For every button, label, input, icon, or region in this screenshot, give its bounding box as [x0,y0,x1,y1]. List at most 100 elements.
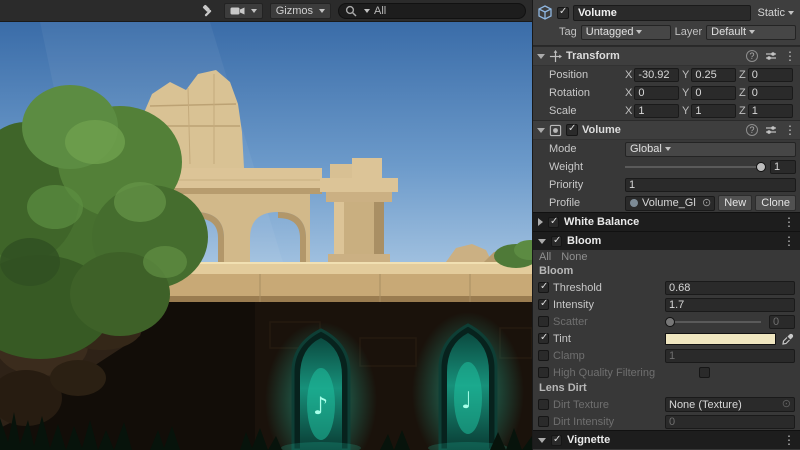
tag-dropdown[interactable]: Untagged [581,25,671,40]
dirt-texture-object-field[interactable]: None (Texture) ⊙ [665,397,795,412]
foldout-closed-icon[interactable] [538,218,543,226]
position-z-field[interactable]: 0 [748,68,793,82]
rune-glyph: ♪ [313,392,328,420]
foldout-open-icon[interactable] [537,128,545,133]
dirt-intensity-override-checkbox[interactable] [538,416,549,427]
slider-thumb[interactable] [665,317,675,327]
threshold-field[interactable]: 0.68 [665,281,795,295]
hqf-override-checkbox[interactable] [538,367,549,378]
kebab-menu-icon[interactable]: ⋮ [784,124,796,136]
clamp-field[interactable]: 1 [665,349,795,363]
new-profile-button[interactable]: New [718,195,752,211]
vignette-header[interactable]: Vignette ⋮ [533,430,800,449]
kebab-menu-icon[interactable]: ⋮ [783,216,795,228]
layer-dropdown[interactable]: Default [706,25,796,40]
object-picker-icon[interactable]: ⊙ [782,399,791,410]
volume-component-icon [549,124,562,137]
mode-value: Global [630,143,662,155]
volume-enabled-checkbox[interactable] [566,124,578,136]
slider-thumb[interactable] [756,162,766,172]
bloom-header[interactable]: Bloom ⋮ [533,231,800,250]
scale-row: Scale X1 Y1 Z1 [533,102,800,120]
tint-override-checkbox[interactable] [538,333,549,344]
none-button[interactable]: None [561,251,587,263]
vignette-title: Vignette [567,434,610,446]
dirt-intensity-field[interactable]: 0 [665,415,795,429]
profile-asset-icon [629,198,639,208]
scatter-slider[interactable] [665,315,761,329]
eyedropper-icon[interactable] [780,332,795,346]
clamp-override-checkbox[interactable] [538,350,549,361]
tint-color-swatch[interactable] [665,333,776,345]
weight-value-field[interactable]: 1 [770,160,796,174]
intensity-override-checkbox[interactable] [538,299,549,310]
search-value: All [374,5,386,17]
rotation-y-field[interactable]: 0 [691,86,736,100]
chevron-down-icon [364,9,370,13]
kebab-menu-icon[interactable]: ⋮ [784,50,796,62]
kebab-menu-icon[interactable]: ⋮ [783,235,795,247]
scene-view-panel: Gizmos All [0,0,532,450]
bloom-checkbox[interactable] [551,236,562,247]
static-dropdown[interactable]: Static [755,7,796,19]
active-checkbox[interactable] [557,7,569,19]
tag-value: Untagged [586,26,634,38]
intensity-row: Intensity 1.7 [533,296,800,313]
all-button[interactable]: All [539,251,551,263]
weight-label: Weight [549,161,625,173]
white-balance-checkbox[interactable] [548,217,559,228]
foldout-open-icon[interactable] [538,438,546,443]
gizmos-dropdown[interactable]: Gizmos [270,3,331,19]
threshold-override-checkbox[interactable] [538,282,549,293]
scene-camera-dropdown[interactable] [224,3,263,19]
position-x-field[interactable]: -30.92 [634,68,679,82]
gameobject-name-field[interactable]: Volume [573,5,751,21]
threshold-label: Threshold [553,282,661,294]
tag-label: Tag [559,26,577,38]
kebab-menu-icon[interactable]: ⋮ [783,434,795,446]
presets-icon[interactable] [765,50,777,62]
help-icon[interactable]: ? [746,50,758,62]
hqf-label: High Quality Filtering [553,367,695,379]
profile-label: Profile [549,197,625,209]
foldout-open-icon[interactable] [537,54,545,59]
cube-icon[interactable] [537,5,553,21]
vignette-checkbox[interactable] [551,435,562,446]
white-balance-header[interactable]: White Balance ⋮ [533,212,800,231]
position-y-field[interactable]: 0.25 [691,68,736,82]
tools-icon[interactable] [199,3,217,19]
foldout-open-icon[interactable] [538,239,546,244]
rotation-z-field[interactable]: 0 [748,86,793,100]
presets-icon[interactable] [765,124,777,136]
white-balance-title: White Balance [564,216,639,228]
profile-object-field[interactable]: Volume_Gl ⊙ [625,196,715,211]
camera-icon [230,5,245,17]
volume-component-header[interactable]: Volume ? ⋮ [533,120,800,140]
profile-value: Volume_Gl [642,197,696,209]
dirt-texture-override-checkbox[interactable] [538,399,549,410]
scatter-override-checkbox[interactable] [538,316,549,327]
hqf-value-checkbox[interactable] [699,367,710,378]
scatter-value-field[interactable]: 0 [769,315,795,329]
intensity-field[interactable]: 1.7 [665,298,795,312]
dirt-intensity-label: Dirt Intensity [553,416,661,428]
clone-profile-button[interactable]: Clone [755,195,796,211]
axis-x-label: X [625,105,632,117]
weight-slider[interactable] [625,160,766,174]
chevron-down-icon [319,9,325,13]
transform-header[interactable]: Transform ? ⋮ [533,46,800,66]
scene-image[interactable]: ♪ ♩ [0,22,532,450]
chevron-down-icon [665,147,671,151]
object-picker-icon[interactable]: ⊙ [702,198,711,209]
help-icon[interactable]: ? [746,124,758,136]
scale-z-field[interactable]: 1 [748,104,793,118]
rotation-x-field[interactable]: 0 [634,86,679,100]
transform-icon [549,50,562,63]
bloom-title: Bloom [567,235,601,247]
scene-search-field[interactable]: All [338,3,526,19]
scale-x-field[interactable]: 1 [634,104,679,118]
priority-field[interactable]: 1 [625,178,796,192]
volume-title: Volume [582,124,621,136]
mode-dropdown[interactable]: Global [625,142,796,157]
scale-y-field[interactable]: 1 [691,104,736,118]
